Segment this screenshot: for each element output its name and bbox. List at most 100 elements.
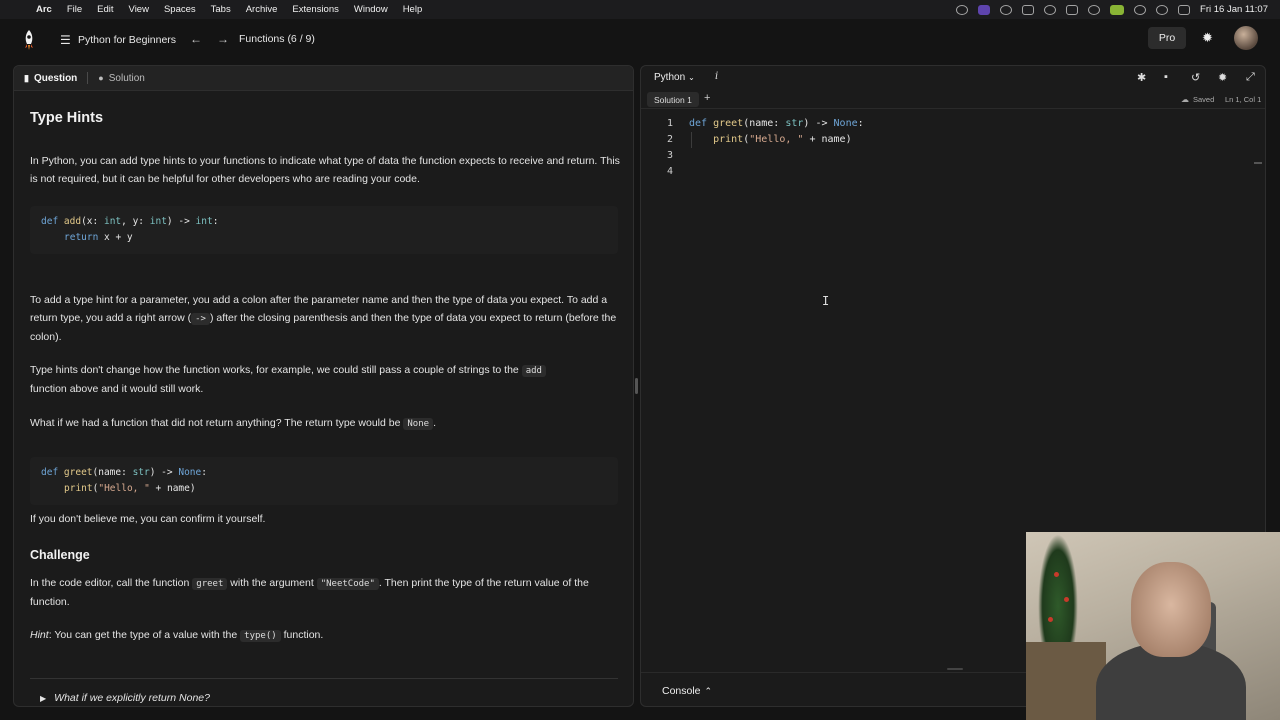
- code-string: "Hello, ": [98, 482, 150, 494]
- code-text: ) ->: [803, 118, 834, 129]
- code-string: "Hello, ": [749, 134, 804, 145]
- menu-file[interactable]: File: [67, 4, 82, 15]
- paragraph-text: function above and it would still work.: [30, 383, 204, 395]
- menu-extensions[interactable]: Extensions: [292, 4, 338, 15]
- recording-icon[interactable]: [978, 4, 991, 15]
- menu-arc[interactable]: Arc: [36, 4, 52, 15]
- prev-lesson-arrow-icon[interactable]: ←: [190, 32, 202, 46]
- lesson-title: Type Hints: [30, 110, 104, 126]
- code-text: x + y: [98, 231, 133, 243]
- debug-bug-icon[interactable]: ✱: [1137, 71, 1146, 84]
- scrollbar-marker[interactable]: [1254, 162, 1262, 164]
- paragraph-text: with the argument: [230, 577, 314, 589]
- editor-toolbar: Python ⌄ i ✱ ▪ ↺ ✹ ⤢: [641, 66, 1265, 90]
- code-text: :: [212, 216, 219, 227]
- record-dot-icon[interactable]: [1000, 4, 1013, 15]
- control-center-icon[interactable]: [1178, 4, 1191, 15]
- menu-archive[interactable]: Archive: [246, 4, 278, 15]
- next-lesson-arrow-icon[interactable]: →: [217, 32, 229, 46]
- console-toggle[interactable]: Console ⌃: [662, 685, 712, 697]
- menu-view[interactable]: View: [129, 4, 149, 15]
- code-line: def add(x: int, y: int) -> int:: [41, 214, 607, 230]
- disclosure-triangle-icon: ▶: [40, 693, 47, 703]
- status-tray: Fri 16 Jan 11:07: [956, 0, 1268, 19]
- menu-window[interactable]: Window: [354, 4, 388, 15]
- details-label: What if we explicitly return None?: [54, 692, 210, 704]
- code-text: :: [201, 467, 207, 478]
- course-title: Python for Beginners: [78, 34, 177, 46]
- none-paragraph: What if we had a function that did not r…: [30, 414, 620, 433]
- paragraph-text: .: [433, 417, 436, 429]
- settings-icon[interactable]: ✹: [1218, 71, 1227, 84]
- trash-icon[interactable]: ▪: [1164, 71, 1168, 83]
- divider: [30, 678, 618, 679]
- headphones-icon[interactable]: [1088, 4, 1101, 15]
- indent-guide: [691, 132, 692, 148]
- no-change-paragraph: Type hints don't change how the function…: [30, 361, 620, 398]
- menu-spaces[interactable]: Spaces: [164, 4, 196, 15]
- search-icon[interactable]: [1156, 4, 1169, 15]
- language-select[interactable]: Python ⌄: [654, 72, 695, 83]
- code-keyword: return: [64, 231, 99, 243]
- fullscreen-icon[interactable]: ⤢: [1246, 71, 1255, 84]
- code-text: (name:: [743, 118, 786, 129]
- tab-solution[interactable]: ● Solution: [88, 66, 155, 91]
- camera-icon[interactable]: [1022, 4, 1035, 15]
- code-text: ) ->: [149, 467, 179, 478]
- menu-edit[interactable]: Edit: [97, 4, 113, 15]
- code-function: add: [63, 216, 82, 227]
- paragraph-text: : You can get the type of a value with t…: [48, 629, 238, 641]
- menubar-clock[interactable]: Fri 16 Jan 11:07: [1200, 4, 1268, 15]
- wifi-icon[interactable]: [1134, 4, 1147, 15]
- document-icon: ▮: [24, 72, 29, 83]
- details-toggle[interactable]: ▶ What if we explicitly return None?: [40, 692, 210, 704]
- code-type: None: [833, 118, 858, 129]
- type-hint-paragraph: To add a type hint for a parameter, you …: [30, 291, 620, 346]
- menu-help[interactable]: Help: [403, 4, 423, 15]
- add-solution-plus-icon[interactable]: +: [704, 92, 710, 104]
- ornament: [1064, 597, 1069, 602]
- settings-gear-icon[interactable]: ✹: [1202, 30, 1213, 46]
- tab-solution-1[interactable]: Solution 1: [647, 92, 699, 107]
- code-text: (name:: [92, 467, 133, 478]
- screen-share-icon[interactable]: [956, 4, 969, 15]
- text-cursor-icon: I: [822, 294, 830, 308]
- inline-code: "NeetCode": [316, 578, 379, 590]
- code-example-greet: def greet(name: str) -> None: print("Hel…: [30, 457, 618, 505]
- console-resize-handle[interactable]: [947, 668, 963, 670]
- pro-button[interactable]: Pro: [1148, 27, 1186, 49]
- reset-icon[interactable]: ↺: [1191, 71, 1200, 84]
- code-line: return x + y: [41, 230, 607, 246]
- hint-paragraph: Hint: You can get the type of a value wi…: [30, 626, 620, 645]
- hint-label: Hint: [30, 629, 49, 641]
- code-type: None: [178, 467, 202, 478]
- info-icon[interactable]: i: [715, 71, 718, 82]
- code-type: str: [785, 118, 804, 129]
- code-type: int: [195, 216, 213, 227]
- menu-tabs[interactable]: Tabs: [211, 4, 231, 15]
- intro-paragraph: In Python, you can add type hints to you…: [30, 155, 620, 185]
- panel-resize-handle[interactable]: [635, 378, 638, 394]
- inline-code: greet: [192, 578, 228, 590]
- play-icon[interactable]: [1044, 4, 1057, 15]
- battery-icon[interactable]: [1110, 4, 1125, 15]
- code-type: int: [149, 216, 167, 227]
- tab-question[interactable]: ▮ Question: [14, 66, 87, 91]
- save-status: ☁ Saved: [1181, 95, 1214, 104]
- editor-line: 1 def greet(name: str) -> None:: [641, 116, 1265, 132]
- lesson-position: Functions (6 / 9): [239, 33, 315, 45]
- code-example-add: def add(x: int, y: int) -> int: return x…: [30, 206, 618, 254]
- language-label: Python: [654, 72, 686, 83]
- editor-line: 3: [641, 148, 1265, 164]
- display-icon[interactable]: [1066, 4, 1079, 15]
- rocket-logo-icon[interactable]: [20, 29, 38, 51]
- challenge-heading: Challenge: [30, 548, 90, 562]
- line-number: 3: [666, 150, 673, 161]
- inline-code: ->: [191, 313, 210, 325]
- paragraph-text: What if we had a function that did not r…: [30, 417, 401, 429]
- course-menu[interactable]: ☰ Python for Beginners: [60, 33, 176, 47]
- editor-line: 2 print("Hello, " + name): [641, 132, 1265, 148]
- avatar[interactable]: [1234, 26, 1258, 50]
- line-number: 4: [666, 166, 673, 177]
- list-icon: ☰: [60, 33, 71, 47]
